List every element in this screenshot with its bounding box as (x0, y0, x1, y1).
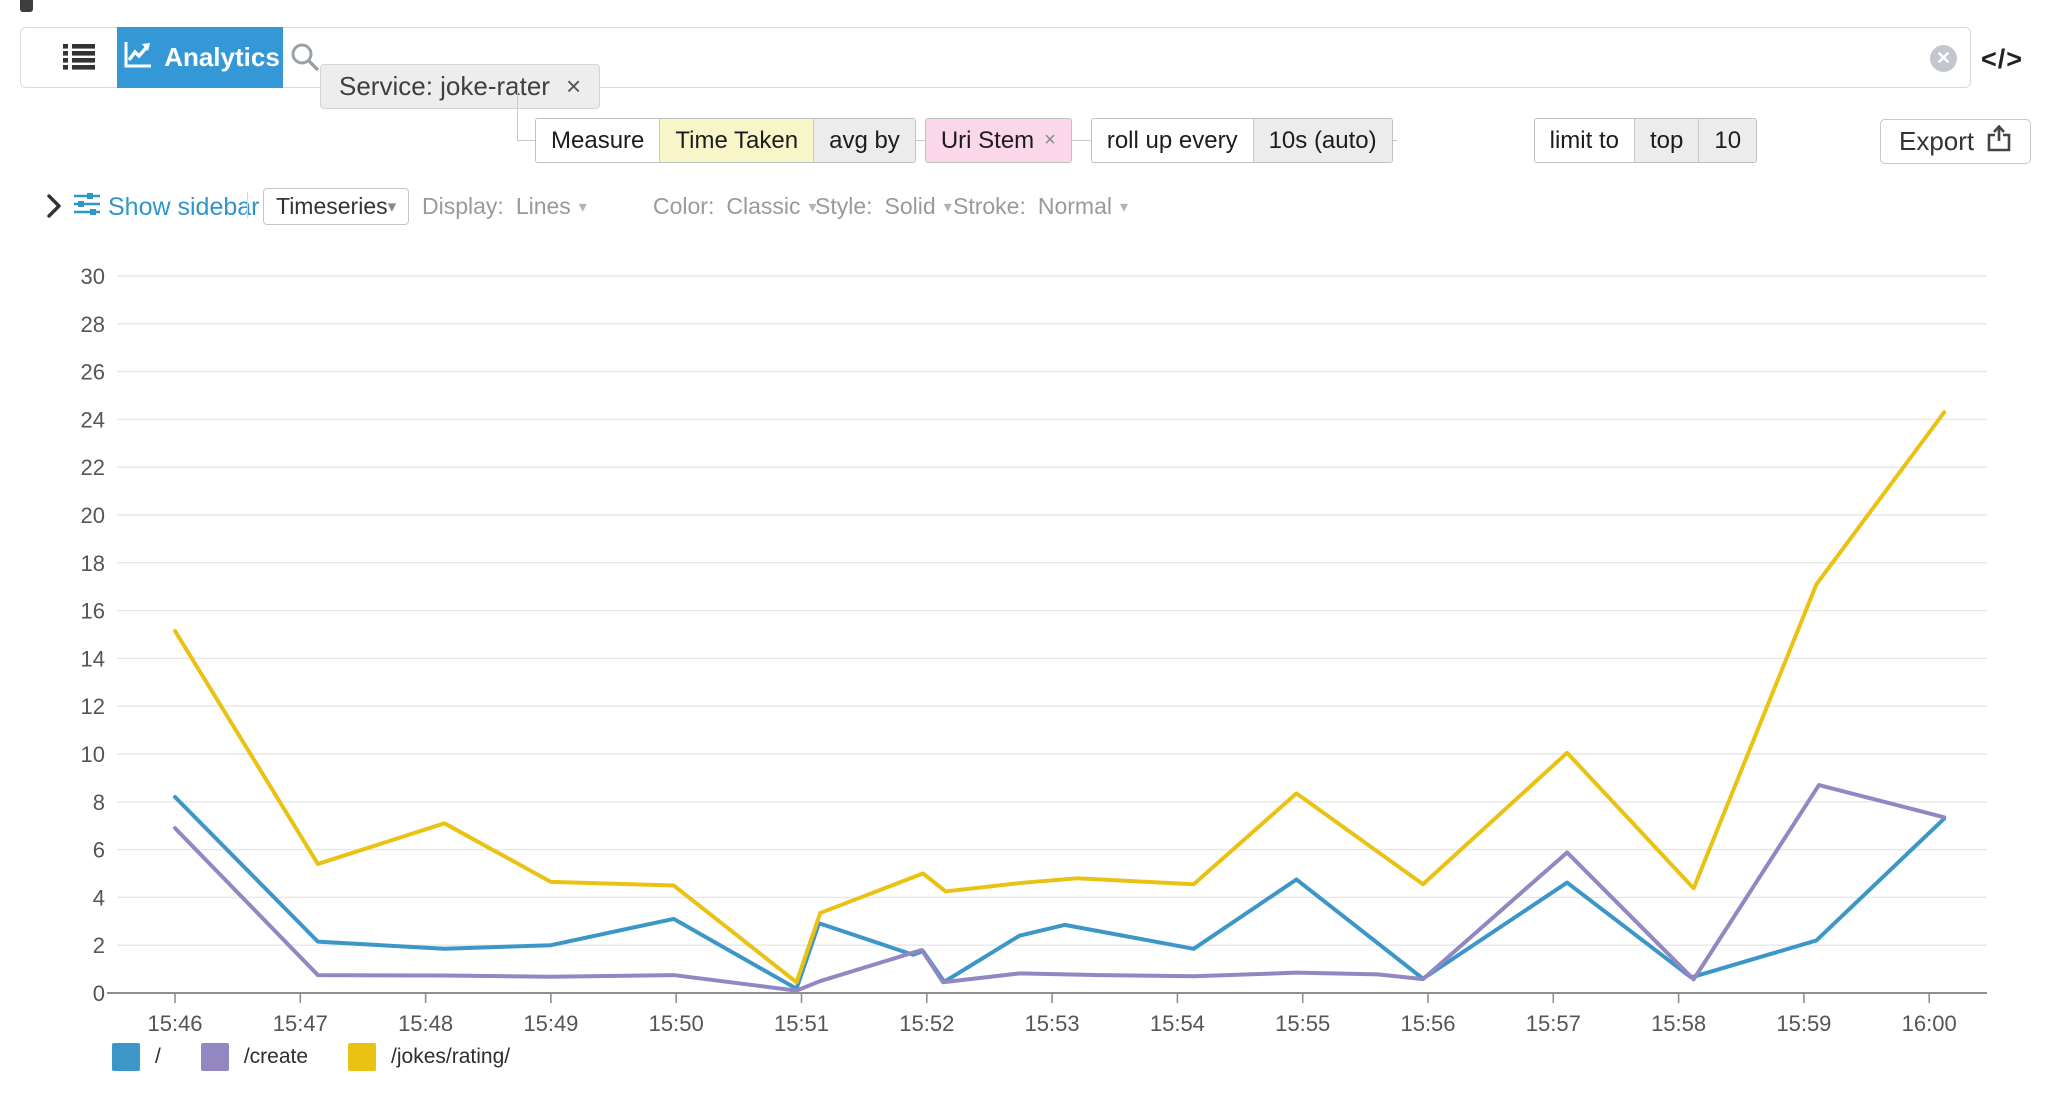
view-mode-value: Timeseries (276, 193, 388, 219)
group-by-value-label: Uri Stem (940, 126, 1035, 154)
filter-tag-close-icon[interactable]: × (566, 71, 581, 102)
color-value: Classic (726, 193, 801, 219)
rollup-value-cell[interactable]: 10s (auto) (1252, 119, 1392, 162)
avg-by-cell[interactable]: avg by (813, 119, 915, 162)
rollup-group: roll up every 10s (auto) (1090, 118, 1393, 163)
svg-text:15:54: 15:54 (1150, 1011, 1205, 1036)
display-dropdown[interactable]: Display: Lines ▾ (422, 193, 587, 220)
svg-text:15:51: 15:51 (774, 1011, 829, 1036)
measure-value-cell[interactable]: Time Taken (659, 119, 814, 162)
style-value: Solid (884, 193, 936, 219)
svg-text:15:53: 15:53 (1025, 1011, 1080, 1036)
window-corner-artifact (20, 0, 33, 12)
svg-text:16:00: 16:00 (1902, 1011, 1957, 1036)
svg-text:24: 24 (81, 407, 105, 432)
svg-text:22: 22 (81, 455, 105, 480)
svg-text:30: 30 (81, 264, 105, 289)
legend-swatch (348, 1043, 377, 1071)
expand-chevron-button[interactable] (46, 194, 62, 223)
svg-text:15:47: 15:47 (273, 1011, 328, 1036)
service-filter-tag[interactable]: Service: joke-rater × (320, 64, 601, 109)
stroke-label: Stroke: (953, 193, 1026, 219)
chevron-down-icon: ▾ (1120, 198, 1129, 216)
svg-text:18: 18 (81, 551, 105, 576)
svg-text:15:46: 15:46 (147, 1011, 202, 1036)
legend-item[interactable]: / (112, 1043, 161, 1071)
legend-item[interactable]: /create (200, 1043, 309, 1071)
timeseries-chart: 02468101214161820222426283015:46 15:47 15:… (81, 264, 1987, 1036)
color-label: Color: (653, 193, 715, 219)
svg-text:6: 6 (93, 838, 105, 863)
query-connector-vertical (517, 83, 518, 140)
group-by-remove-icon[interactable]: × (1044, 129, 1056, 152)
svg-text:4: 4 (93, 885, 105, 910)
group-by-group: Uri Stem × (924, 118, 1072, 163)
display-label: Display: (422, 193, 504, 219)
svg-text:12: 12 (81, 694, 105, 719)
legend-label: /jokes/rating/ (391, 1045, 511, 1068)
legend-label: / (155, 1045, 161, 1068)
style-dropdown[interactable]: Style: Solid ▾ (815, 193, 952, 220)
sliders-icon (74, 192, 100, 223)
query-builder-row: Measure Time Taken avg by Uri Stem × rol… (535, 118, 1758, 163)
svg-text:28: 28 (81, 312, 105, 337)
clear-search-button[interactable]: ✕ (1930, 45, 1957, 72)
group-by-value-cell[interactable]: Uri Stem × (925, 119, 1071, 162)
rollup-label-cell[interactable]: roll up every (1091, 119, 1253, 162)
menu-list-icon[interactable] (63, 43, 95, 71)
svg-text:15:48: 15:48 (398, 1011, 453, 1036)
view-mode-select[interactable]: Timeseries ▾ (263, 188, 409, 225)
search-icon (290, 42, 320, 77)
svg-text:15:52: 15:52 (899, 1011, 954, 1036)
legend-swatch (112, 1043, 140, 1071)
export-button[interactable]: Export (1880, 119, 2032, 164)
analytics-label: Analytics (164, 42, 280, 72)
svg-text:20: 20 (81, 503, 105, 528)
show-sidebar-button[interactable]: Show sidebar (74, 192, 259, 223)
stroke-value: Normal (1037, 193, 1112, 219)
show-sidebar-label: Show sidebar (108, 193, 260, 221)
clear-icon: ✕ (1935, 48, 1952, 68)
legend-swatch (200, 1043, 229, 1071)
stroke-dropdown[interactable]: Stroke: Normal ▾ (953, 193, 1128, 220)
svg-text:8: 8 (93, 790, 105, 815)
svg-text:15:50: 15:50 (649, 1011, 704, 1036)
limit-value-cell[interactable]: 10 (1698, 119, 1757, 162)
style-label: Style: (815, 193, 873, 219)
export-label: Export (1899, 126, 1975, 156)
code-view-button[interactable]: </> (1981, 44, 2023, 75)
measure-label-cell[interactable]: Measure (536, 119, 660, 162)
svg-text:15:59: 15:59 (1776, 1011, 1831, 1036)
analytics-chart-icon (120, 39, 154, 77)
measure-group: Measure Time Taken avg by (535, 118, 916, 163)
legend-label: /create (243, 1045, 309, 1068)
svg-text:15:49: 15:49 (523, 1011, 578, 1036)
svg-text:15:56: 15:56 (1400, 1011, 1455, 1036)
svg-text:14: 14 (81, 646, 105, 671)
filter-tag-label: Service: joke-rater (339, 71, 550, 101)
svg-text:15:58: 15:58 (1651, 1011, 1706, 1036)
chart-legend: / /create/jokes/rating/ (112, 1042, 510, 1072)
limit-label-cell[interactable]: limit to (1534, 119, 1634, 162)
svg-text:15:57: 15:57 (1526, 1011, 1581, 1036)
legend-item[interactable]: /jokes/rating/ (348, 1043, 510, 1071)
code-icon: </> (1981, 44, 2024, 74)
limit-group: limit to top 10 (1533, 118, 1758, 163)
export-share-icon (1986, 124, 2012, 160)
svg-text:0: 0 (93, 981, 105, 1006)
svg-text:2: 2 (93, 933, 105, 958)
color-dropdown[interactable]: Color: Classic ▾ (653, 193, 817, 220)
svg-text:10: 10 (81, 742, 105, 767)
svg-text:16: 16 (81, 599, 105, 624)
controls-divider (247, 192, 248, 218)
chevron-down-icon: ▾ (578, 198, 587, 216)
display-value: Lines (515, 193, 571, 219)
chevron-down-icon: ▾ (943, 198, 952, 216)
analytics-button[interactable]: Analytics (117, 27, 283, 88)
svg-text:26: 26 (81, 360, 105, 385)
svg-text:15:55: 15:55 (1275, 1011, 1330, 1036)
limit-mode-cell[interactable]: top (1633, 119, 1699, 162)
chevron-down-icon: ▾ (387, 196, 397, 216)
